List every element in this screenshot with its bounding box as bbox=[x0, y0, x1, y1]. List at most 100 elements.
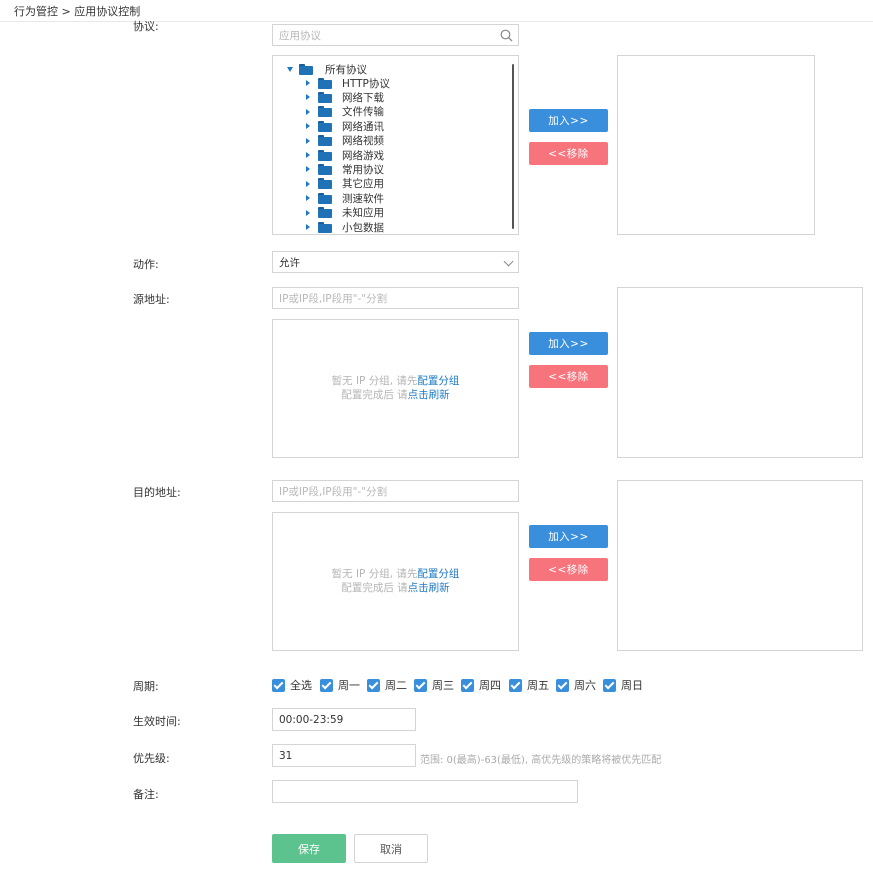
caret-right-icon[interactable] bbox=[306, 80, 310, 86]
tree-item-label[interactable]: 网络游戏 bbox=[342, 148, 384, 163]
destination-refresh-link[interactable]: 点击刷新 bbox=[408, 582, 450, 594]
period-option[interactable]: 周日 bbox=[603, 677, 643, 693]
tree-root-label[interactable]: 所有协议 bbox=[325, 62, 367, 77]
tree-item-label[interactable]: 网络下载 bbox=[342, 90, 384, 105]
period-option-label: 周二 bbox=[385, 679, 407, 692]
checkbox-checked-icon[interactable] bbox=[320, 678, 333, 692]
priority-input[interactable]: 31 bbox=[272, 744, 416, 767]
checkbox-checked-icon[interactable] bbox=[272, 678, 285, 692]
tree-item-label[interactable]: HTTP协议 bbox=[342, 76, 390, 91]
checkbox-checked-icon[interactable] bbox=[367, 678, 380, 692]
save-button[interactable]: 保存 bbox=[272, 834, 346, 863]
period-option[interactable]: 周六 bbox=[556, 677, 596, 693]
tree-item[interactable]: 常用协议 bbox=[306, 162, 384, 176]
tree-item-label[interactable]: 测速软件 bbox=[342, 191, 384, 206]
caret-right-icon[interactable] bbox=[306, 94, 310, 101]
destination-config-group-link[interactable]: 配置分组 bbox=[417, 568, 459, 580]
destination-selected-list[interactable] bbox=[617, 480, 863, 651]
period-option-label: 周六 bbox=[574, 679, 596, 692]
source-group-list[interactable]: 暂无 IP 分组, 请先配置分组 配置完成后 请点击刷新 bbox=[272, 319, 519, 458]
caret-right-icon[interactable] bbox=[306, 166, 310, 173]
period-option[interactable]: 周五 bbox=[509, 677, 549, 693]
cancel-button[interactable]: 取消 bbox=[354, 834, 428, 863]
action-select-value: 允许 bbox=[279, 256, 300, 269]
remark-input[interactable] bbox=[272, 780, 578, 803]
caret-right-icon[interactable] bbox=[306, 108, 310, 115]
source-add-button[interactable]: 加入>> bbox=[529, 332, 608, 355]
tree-scrollbar[interactable] bbox=[512, 64, 514, 229]
period-option[interactable]: 周三 bbox=[414, 677, 454, 693]
folder-icon bbox=[299, 63, 313, 75]
protocol-selected-list[interactable] bbox=[617, 55, 815, 235]
period-option-label: 周三 bbox=[432, 679, 454, 692]
protocol-search-placeholder: 应用协议 bbox=[279, 29, 321, 42]
caret-right-icon[interactable] bbox=[306, 195, 310, 202]
protocol-add-button[interactable]: 加入>> bbox=[529, 109, 608, 132]
caret-down-icon[interactable] bbox=[287, 66, 293, 72]
checkbox-checked-icon[interactable] bbox=[603, 678, 616, 692]
source-config-group-link[interactable]: 配置分组 bbox=[417, 375, 459, 387]
folder-icon bbox=[318, 192, 332, 204]
breadcrumb: 行为管控 > 应用协议控制 bbox=[0, 0, 873, 22]
caret-right-icon[interactable] bbox=[306, 224, 310, 230]
tree-item-label[interactable]: 小包数据 bbox=[342, 220, 384, 235]
caret-right-icon[interactable] bbox=[306, 123, 310, 130]
priority-hint: 范围: 0(最高)-63(最低), 高优先级的策略将被优先匹配 bbox=[420, 755, 662, 766]
effective-time-value: 00:00-23:59 bbox=[279, 713, 344, 726]
checkbox-checked-icon[interactable] bbox=[461, 678, 474, 692]
effective-time-input[interactable]: 00:00-23:59 bbox=[272, 708, 416, 731]
protocol-remove-button[interactable]: <<移除 bbox=[529, 142, 608, 165]
tree-item[interactable]: 网络视频 bbox=[306, 134, 384, 148]
destination-group-list[interactable]: 暂无 IP 分组, 请先配置分组 配置完成后 请点击刷新 bbox=[272, 512, 519, 651]
tree-item-label[interactable]: 常用协议 bbox=[342, 162, 384, 177]
protocol-tree[interactable]: 所有协议 HTTP协议 网络下载 文件传输 网络通讯 网络视频 网络游戏 常用协议 其它应用测… bbox=[272, 55, 519, 235]
source-remove-button[interactable]: <<移除 bbox=[529, 365, 608, 388]
tree-item[interactable]: 网络下载 bbox=[306, 90, 384, 104]
chevron-down-icon[interactable] bbox=[503, 256, 514, 267]
destination-add-button[interactable]: 加入>> bbox=[529, 525, 608, 548]
caret-right-icon[interactable] bbox=[306, 137, 310, 144]
checkbox-checked-icon[interactable] bbox=[556, 678, 569, 692]
priority-label: 优先级: bbox=[133, 752, 170, 765]
folder-icon bbox=[318, 221, 332, 233]
destination-ip-placeholder: IP或IP段,IP段用"-"分割 bbox=[279, 485, 388, 498]
tree-item[interactable]: 其它应用 bbox=[306, 177, 384, 191]
tree-item[interactable]: 网络通讯 bbox=[306, 119, 384, 133]
source-empty-message: 暂无 IP 分组, 请先配置分组 配置完成后 请点击刷新 bbox=[273, 374, 518, 402]
caret-right-icon[interactable] bbox=[306, 180, 310, 187]
protocol-search-input[interactable]: 应用协议 bbox=[272, 24, 519, 46]
source-refresh-link[interactable]: 点击刷新 bbox=[408, 389, 450, 401]
tree-item[interactable]: 文件传输 bbox=[306, 105, 384, 119]
caret-right-icon[interactable] bbox=[306, 209, 310, 216]
tree-item-label[interactable]: 其它应用 bbox=[342, 176, 384, 191]
period-select-all[interactable]: 全选 bbox=[272, 677, 312, 693]
destination-remove-button[interactable]: <<移除 bbox=[529, 558, 608, 581]
checkbox-checked-icon[interactable] bbox=[414, 678, 427, 692]
source-ip-input[interactable]: IP或IP段,IP段用"-"分割 bbox=[272, 287, 519, 309]
destination-empty-text-2: 配置完成后 请 bbox=[341, 582, 408, 594]
tree-item-label[interactable]: 网络通讯 bbox=[342, 119, 384, 134]
effective-time-label: 生效时间: bbox=[133, 715, 181, 728]
period-option[interactable]: 周四 bbox=[461, 677, 501, 693]
tree-item[interactable]: 网络游戏 bbox=[306, 148, 384, 162]
tree-item[interactable]: 测速软件 bbox=[306, 191, 384, 205]
tree-item-label[interactable]: 未知应用 bbox=[342, 205, 384, 220]
folder-icon bbox=[318, 207, 332, 219]
destination-ip-input[interactable]: IP或IP段,IP段用"-"分割 bbox=[272, 480, 519, 502]
checkbox-checked-icon[interactable] bbox=[509, 678, 522, 692]
caret-right-icon[interactable] bbox=[306, 152, 310, 158]
tree-item[interactable]: HTTP协议 bbox=[306, 76, 390, 90]
action-label: 动作: bbox=[133, 258, 159, 271]
folder-icon bbox=[318, 91, 332, 103]
source-selected-list[interactable] bbox=[617, 287, 863, 458]
tree-item-label[interactable]: 网络视频 bbox=[342, 133, 384, 148]
period-option[interactable]: 周一 bbox=[320, 677, 360, 693]
tree-item[interactable]: 未知应用 bbox=[306, 206, 384, 220]
tree-item-label[interactable]: 文件传输 bbox=[342, 104, 384, 119]
tree-item[interactable]: 小包数据 bbox=[306, 220, 384, 234]
period-option[interactable]: 周二 bbox=[367, 677, 407, 693]
search-icon[interactable] bbox=[500, 29, 513, 42]
protocol-label: 协议: bbox=[133, 20, 159, 33]
tree-root-row[interactable]: 所有协议 bbox=[287, 62, 367, 76]
action-select[interactable]: 允许 bbox=[272, 251, 519, 273]
